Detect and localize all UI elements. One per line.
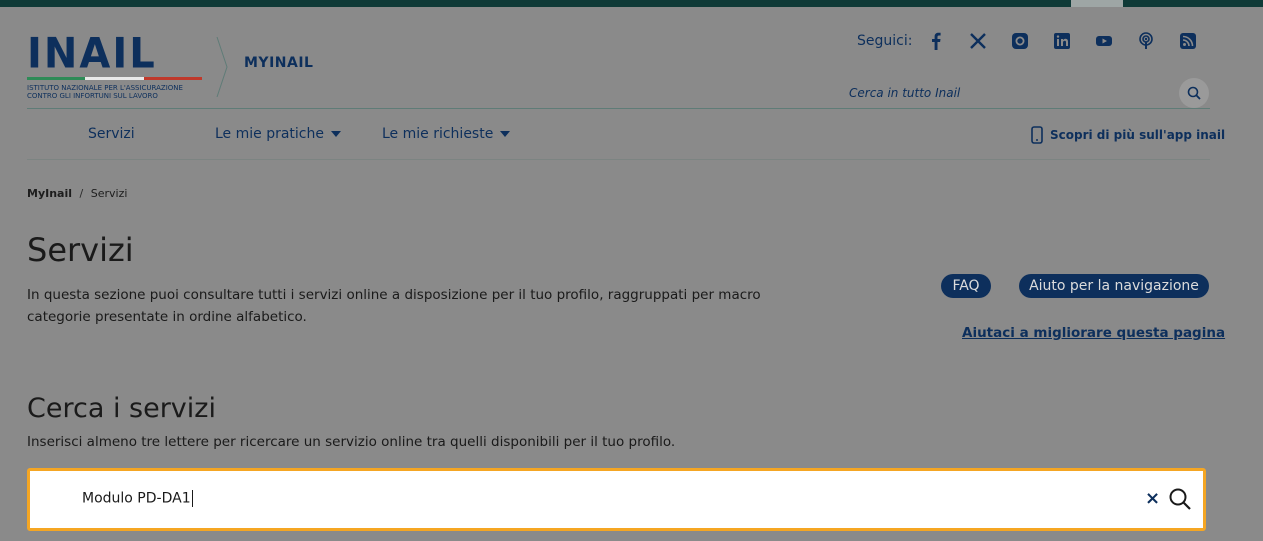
- section-divider-chevron: [216, 37, 228, 97]
- social-label: Seguici:: [857, 33, 913, 49]
- breadcrumb-separator: /: [79, 187, 84, 200]
- site-search-input[interactable]: Cerca in tutto Inail: [849, 86, 960, 100]
- breadcrumb-root[interactable]: MyInail: [27, 187, 72, 200]
- logo-wordmark: INAIL: [27, 29, 157, 79]
- service-search-input[interactable]: Modulo PD-DA1: [82, 490, 193, 507]
- service-search-button[interactable]: [1168, 487, 1192, 515]
- page-intro: In questa sezione puoi consultare tutti …: [27, 287, 761, 325]
- help-navigation-button[interactable]: Aiuto per la navigazione: [1019, 274, 1209, 298]
- service-search-field[interactable]: Modulo PD-DA1 ×: [27, 468, 1206, 531]
- smartphone-icon: [1031, 126, 1043, 144]
- faq-button[interactable]: FAQ: [941, 274, 991, 298]
- main-nav: Servizi Le mie pratiche Le mie richieste…: [0, 117, 1263, 153]
- nav-item-le-mie-richieste[interactable]: Le mie richieste: [382, 126, 511, 142]
- nav-item-le-mie-pratiche[interactable]: Le mie pratiche: [215, 126, 341, 142]
- app-promo-label: Scopri di più sull'app inail: [1050, 128, 1226, 142]
- nav-item-label: Le mie pratiche: [215, 126, 324, 142]
- site-header: INAIL ISTITUTO NAZIONALE PER L'ASSICURAZ…: [0, 7, 1263, 108]
- nav-item-servizi[interactable]: Servizi: [88, 126, 135, 142]
- nav-item-label: Servizi: [88, 126, 135, 142]
- facebook-icon[interactable]: [926, 31, 946, 51]
- top-tab: [1071, 0, 1123, 7]
- rss-icon[interactable]: [1178, 31, 1198, 51]
- search-icon: [1169, 488, 1191, 510]
- section-name[interactable]: MYINAIL: [244, 55, 313, 71]
- clear-icon[interactable]: ×: [1145, 488, 1160, 509]
- improve-page-link[interactable]: Aiutaci a migliorare questa pagina: [962, 325, 1225, 341]
- site-search-button[interactable]: [1179, 78, 1209, 108]
- caret-down-icon: [331, 131, 341, 137]
- top-accent-bar: [0, 0, 1263, 7]
- header-divider: [27, 108, 1210, 109]
- podcast-icon[interactable]: [1136, 31, 1156, 51]
- nav-item-label: Le mie richieste: [382, 126, 494, 142]
- nav-divider: [27, 159, 1210, 160]
- app-promo-link[interactable]: Scopri di più sull'app inail: [1031, 126, 1225, 144]
- instagram-icon[interactable]: [1010, 31, 1030, 51]
- search-value: Modulo PD-DA1: [82, 490, 191, 507]
- text-cursor: [191, 490, 193, 507]
- x-icon[interactable]: [968, 31, 988, 51]
- linkedin-icon[interactable]: [1052, 31, 1072, 51]
- caret-down-icon: [500, 131, 511, 137]
- inail-logo[interactable]: INAIL ISTITUTO NAZIONALE PER L'ASSICURAZ…: [27, 29, 212, 104]
- search-section-title: Cerca i servizi: [27, 393, 216, 424]
- youtube-icon[interactable]: [1094, 31, 1114, 51]
- page-title: Servizi: [27, 231, 134, 269]
- breadcrumb: MyInail / Servizi: [27, 187, 127, 200]
- logo-subtitle: ISTITUTO NAZIONALE PER L'ASSICURAZIONE C…: [27, 84, 183, 100]
- search-hint: Inserisci almeno tre lettere per ricerca…: [27, 434, 676, 450]
- search-icon: [1187, 86, 1201, 100]
- breadcrumb-current: Servizi: [90, 187, 128, 200]
- social-links: Seguici:: [857, 29, 1220, 53]
